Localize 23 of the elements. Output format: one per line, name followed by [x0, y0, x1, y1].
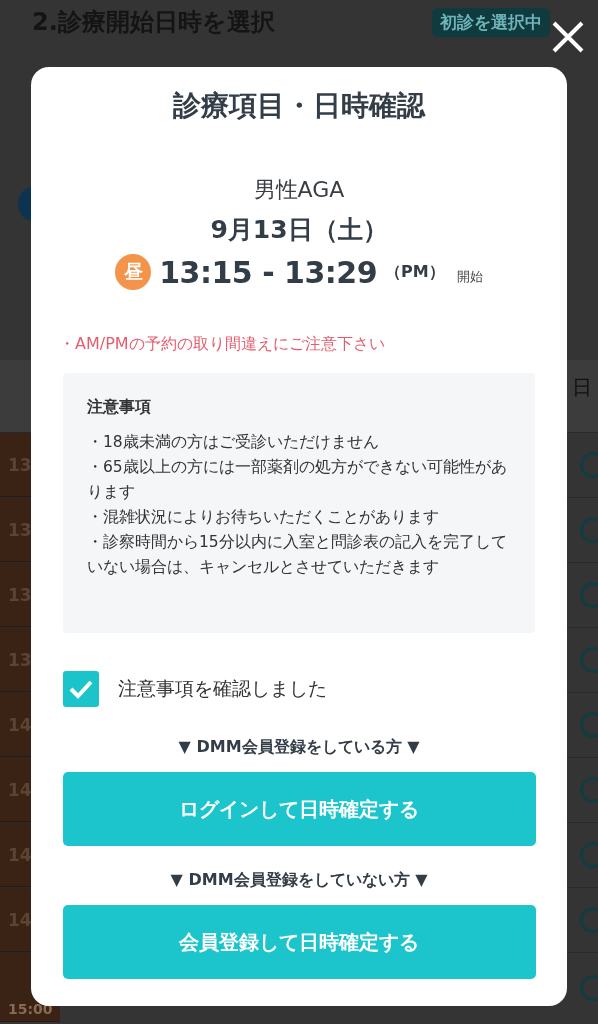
treatment-name: 男性AGA — [253, 176, 345, 204]
confirm-button[interactable]: ログインして日時確定する — [62, 772, 536, 846]
appointment-date: 9月13日（土） — [210, 214, 388, 246]
modal-title: 診療項目・日時確認 — [173, 88, 425, 124]
notice-item: ・65歳以上の方には一部薬剤の処方ができない可能性があります — [87, 457, 508, 503]
notice-item: ・18歳未満の方はご受診いただけません — [87, 432, 380, 453]
section-caption: ▼ DMM会員登録をしていない方 ▼ — [170, 870, 428, 891]
meridiem-label: （PM） — [385, 261, 445, 283]
slot-icon[interactable] — [580, 974, 598, 1001]
confirm-button[interactable]: 会員登録して日時確定する — [62, 905, 536, 979]
section-caption: ▼ DMM会員登録をしている方 ▼ — [178, 737, 420, 758]
notice-item: ・診察時間から15分以内に入室と問診表の記入を完了していない場合は、キャンセルとさせていただきます — [87, 532, 508, 578]
daytime-badge: 昼 — [115, 254, 152, 290]
checkbox[interactable] — [63, 671, 99, 707]
warning-text: ・AM/PMの予約の取り間違えにご注意下さい — [59, 334, 386, 355]
appointment-time: 13:15 - 13:29 — [159, 254, 378, 290]
checkbox-label: 注意事項を確認しました — [118, 676, 327, 701]
notice-heading: 注意事項 — [87, 397, 152, 418]
start-label: 開始 — [456, 268, 483, 286]
checkmark-icon — [68, 678, 94, 700]
close-icon[interactable] — [551, 20, 585, 54]
notice-item: ・混雑状況によりお待ちいただくことがあります — [87, 507, 440, 528]
status-badge: 初診を選択中 — [432, 7, 550, 37]
